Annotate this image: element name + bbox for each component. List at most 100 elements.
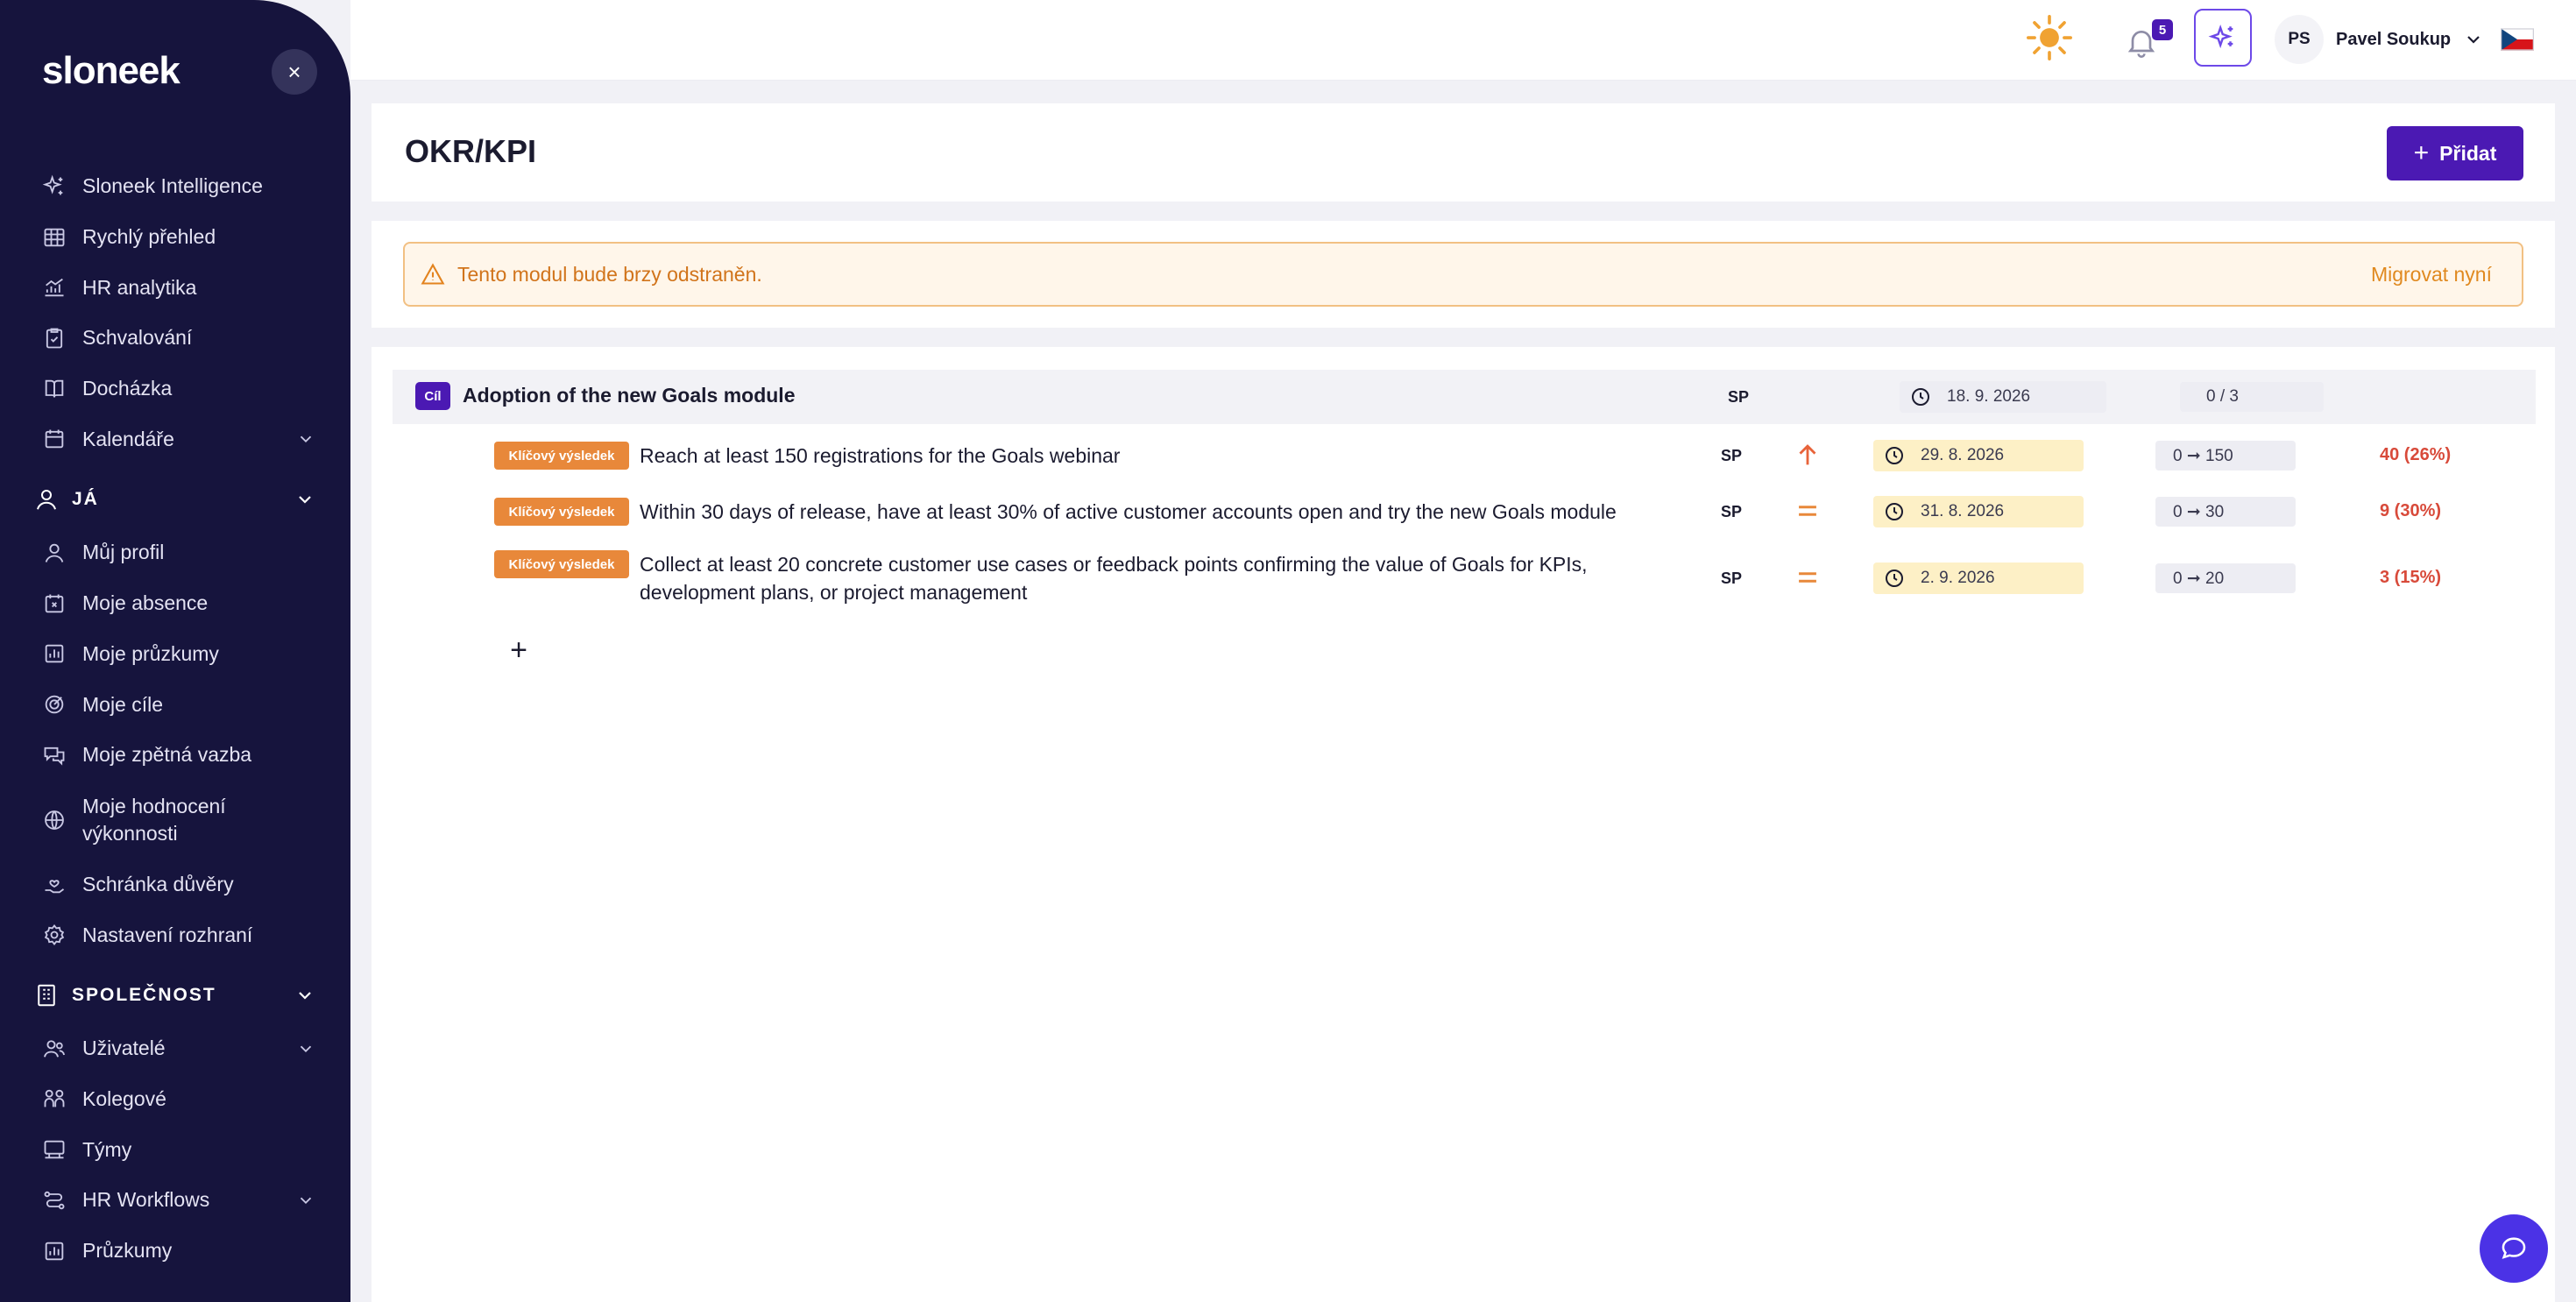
sidebar-item-hr-workflows[interactable]: HR Workflows xyxy=(0,1175,350,1226)
clock-icon xyxy=(1886,503,1903,520)
sidebar-item-label: Můj profil xyxy=(82,541,165,564)
key-result-deadline[interactable]: 2. 9. 2026 xyxy=(1873,563,2084,594)
clock-icon xyxy=(1886,570,1903,587)
add-button[interactable]: + Přidat xyxy=(2387,126,2523,180)
survey-icon xyxy=(45,1242,64,1260)
calendar-x-icon xyxy=(45,594,64,612)
chevron-down-icon[interactable] xyxy=(296,1191,315,1210)
calendar-icon xyxy=(45,429,64,449)
key-result-percent: 3 (15%) xyxy=(2380,568,2442,587)
sidebar-item-moje-zpetna-vazba[interactable]: Moje zpětná vazba xyxy=(0,730,350,781)
hand-heart-icon xyxy=(45,880,65,894)
team-icon xyxy=(44,1140,65,1159)
trend-equal-icon[interactable] xyxy=(1793,563,1822,592)
key-result-deadline[interactable]: 31. 8. 2026 xyxy=(1873,496,2084,527)
chevron-down-icon[interactable] xyxy=(296,1039,315,1058)
sidebar-item-pruzkumy[interactable]: Průzkumy xyxy=(0,1226,350,1277)
goal-deadline[interactable]: 18. 9. 2026 xyxy=(1900,381,2106,413)
sidebar-section-label: JÁ xyxy=(72,489,99,510)
sidebar-item-label: Nastavení rozhraní xyxy=(82,923,253,946)
chevron-down-icon[interactable] xyxy=(294,985,315,1006)
sidebar-item-kolegove[interactable]: Kolegové xyxy=(0,1074,350,1125)
user-icon xyxy=(37,490,56,510)
notification-badge: 5 xyxy=(2152,19,2173,40)
sidebar-item-hr-analytika[interactable]: HR analytika xyxy=(0,262,350,313)
colleagues-icon xyxy=(44,1090,65,1107)
sidebar-item-sloneek-intelligence[interactable]: Sloneek Intelligence xyxy=(0,161,350,212)
settings-icon xyxy=(44,924,65,946)
sidebar-item-moje-cile[interactable]: Moje cíle xyxy=(0,679,350,730)
sidebar-item-kalendare[interactable]: Kalendáře xyxy=(0,414,350,464)
sidebar-section-me[interactable]: JÁ xyxy=(0,471,350,527)
sidebar-item-label: Rychlý přehled xyxy=(82,225,216,248)
chat-bubbles-icon xyxy=(44,747,65,766)
chat-support-button[interactable] xyxy=(2480,1214,2548,1283)
key-result-range[interactable]: 0 ➞ 150 xyxy=(2155,441,2296,471)
key-result-row[interactable]: Klíčový výsledek Collect at least 20 con… xyxy=(372,541,2555,615)
sidebar-item-moje-hodnoceni[interactable]: Moje hodnocení výkonnosti xyxy=(0,781,350,860)
key-result-range[interactable]: 0 ➞ 30 xyxy=(2155,497,2296,527)
building-icon xyxy=(38,984,55,1007)
sidebar-section-company[interactable]: SPOLEČNOST xyxy=(0,967,350,1023)
chevron-down-icon[interactable] xyxy=(296,429,315,449)
trend-up-icon[interactable] xyxy=(1793,440,1822,470)
deprecation-panel: Tento modul bude brzy odstraněn. Migrova… xyxy=(372,221,2555,328)
goal-row[interactable]: Cíl Adoption of the new Goals module SP … xyxy=(393,370,2536,424)
top-bar: 5 PS Pavel Soukup xyxy=(350,0,2576,81)
sloneek-logo[interactable]: sloneek xyxy=(42,49,180,93)
book-icon xyxy=(45,379,64,398)
sidebar-item-rychly-prehled[interactable]: Rychlý přehled xyxy=(0,212,350,263)
key-result-text[interactable]: Within 30 days of release, have at least… xyxy=(640,498,1691,526)
globe-icon xyxy=(45,810,64,830)
key-result-text[interactable]: Collect at least 20 concrete customer us… xyxy=(640,550,1638,606)
sidebar-item-label: Průzkumy xyxy=(82,1239,173,1262)
add-key-result-button[interactable]: + xyxy=(501,633,536,668)
sidebar-item-label: Uživatelé xyxy=(82,1037,166,1060)
key-result-row[interactable]: Klíčový výsledek Within 30 days of relea… xyxy=(372,487,2555,536)
key-result-owner-avatar[interactable]: SP xyxy=(1712,492,1751,531)
goal-owner-avatar[interactable]: SP xyxy=(1719,378,1758,416)
ai-assistant-button[interactable] xyxy=(2194,9,2252,67)
okr-list: Cíl Adoption of the new Goals module SP … xyxy=(372,347,2555,1302)
add-button-label: Přidat xyxy=(2439,141,2497,165)
key-result-owner-avatar[interactable]: SP xyxy=(1712,436,1751,475)
goal-progress[interactable]: 0 / 3 xyxy=(2180,382,2324,412)
warning-text: Tento modul bude brzy odstraněn. xyxy=(457,262,762,286)
key-result-range[interactable]: 0 ➞ 20 xyxy=(2155,563,2296,593)
close-sidebar-button[interactable]: × xyxy=(272,49,317,95)
clipboard-check-icon xyxy=(46,328,63,349)
sidebar-item-label: Kalendáře xyxy=(82,427,174,450)
sidebar-item-nastaveni-rozhrani[interactable]: Nastavení rozhraní xyxy=(0,909,350,960)
avatar: PS xyxy=(2275,15,2324,64)
goal-tag: Cíl xyxy=(415,382,450,410)
czech-flag-icon[interactable] xyxy=(2501,28,2534,51)
sidebar-item-label: Schvalování xyxy=(82,326,193,350)
sidebar-item-label: Moje zpětná vazba xyxy=(82,743,252,767)
sidebar-item-uzivatele[interactable]: Uživatelé xyxy=(0,1023,350,1074)
sidebar-item-label: Sloneek Intelligence xyxy=(82,174,263,198)
chevron-down-icon[interactable] xyxy=(294,489,315,510)
sun-icon[interactable] xyxy=(2024,12,2075,63)
chevron-down-icon xyxy=(2467,36,2480,44)
key-result-owner-avatar[interactable]: SP xyxy=(1712,559,1751,598)
workflow-icon xyxy=(44,1191,65,1210)
sidebar-item-dochazka[interactable]: Docházka xyxy=(0,364,350,414)
sidebar-item-label: Moje cíle xyxy=(82,692,164,716)
sidebar-item-muj-profil[interactable]: Můj profil xyxy=(0,527,350,578)
key-result-text[interactable]: Reach at least 150 registrations for the… xyxy=(640,442,1638,470)
sidebar-item-schranka-duvery[interactable]: Schránka důvěry xyxy=(0,860,350,910)
sidebar-item-moje-pruzkumy[interactable]: Moje průzkumy xyxy=(0,629,350,680)
sidebar-item-moje-absence[interactable]: Moje absence xyxy=(0,578,350,629)
migrate-now-link[interactable]: Migrovat nyní xyxy=(2371,263,2492,287)
sidebar-item-tymy[interactable]: Týmy xyxy=(0,1124,350,1175)
key-result-deadline[interactable]: 29. 8. 2026 xyxy=(1873,440,2084,471)
key-result-row[interactable]: Klíčový výsledek Reach at least 150 regi… xyxy=(372,431,2555,480)
sidebar-item-schvalovani[interactable]: Schvalování xyxy=(0,313,350,364)
user-menu[interactable]: PS Pavel Soukup xyxy=(2275,12,2484,67)
trend-equal-icon[interactable] xyxy=(1793,496,1822,526)
sidebar-nav: Sloneek Intelligence Rychlý přehled HR a… xyxy=(0,161,350,1276)
sidebar-item-label: Týmy xyxy=(82,1137,132,1161)
goal-title[interactable]: Adoption of the new Goals module xyxy=(463,384,796,407)
key-result-percent: 40 (26%) xyxy=(2380,445,2452,464)
chat-icon xyxy=(2502,1237,2526,1259)
